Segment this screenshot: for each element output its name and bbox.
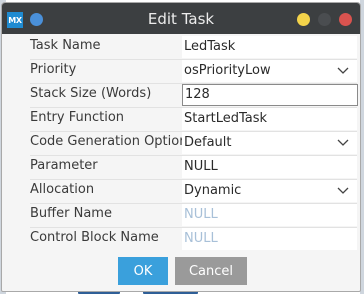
field-label: Allocation — [30, 182, 95, 197]
field-label: Parameter — [30, 158, 98, 173]
form-row-code-generation: Code Generation Option Default — [2, 131, 360, 155]
buffer-name-input[interactable]: NULL — [182, 204, 357, 226]
chevron-down-icon — [337, 67, 349, 74]
field-label: Control Block Name — [30, 230, 159, 245]
parameter-input[interactable]: NULL — [182, 156, 357, 178]
form-row-allocation: Allocation Dynamic — [2, 179, 360, 203]
field-label: Entry Function — [30, 110, 125, 125]
close-icon[interactable] — [339, 13, 352, 26]
field-label: Priority — [30, 62, 77, 77]
field-label: Code Generation Option — [30, 134, 188, 149]
maximize-icon[interactable] — [318, 13, 331, 26]
allocation-select[interactable]: Dynamic — [182, 180, 357, 202]
form-row-control-block-name: Control Block Name NULL — [2, 227, 360, 251]
entry-function-input[interactable]: StartLedTask — [182, 108, 357, 130]
title-bar: MX Edit Task — [2, 3, 360, 34]
chevron-down-icon — [337, 139, 349, 146]
selected-value: osPriorityLow — [184, 63, 271, 78]
form-row-task-name: Task Name LedTask — [2, 35, 360, 59]
minimize-icon[interactable] — [297, 13, 310, 26]
chevron-down-icon — [337, 187, 349, 194]
form-row-entry-function: Entry Function StartLedTask — [2, 107, 360, 131]
stack-size-input[interactable]: 128 — [182, 84, 358, 106]
selected-value: Default — [184, 135, 232, 150]
cancel-button[interactable]: Cancel — [175, 257, 247, 285]
field-label: Stack Size (Words) — [30, 86, 152, 101]
edit-task-dialog: MX Edit Task Task Name LedTask Priority … — [1, 2, 361, 292]
form-row-buffer-name: Buffer Name NULL — [2, 203, 360, 227]
code-generation-select[interactable]: Default — [182, 132, 357, 154]
form-row-priority: Priority osPriorityLow — [2, 59, 360, 83]
field-label: Buffer Name — [30, 206, 112, 221]
form-row-stack-size: Stack Size (Words) 128 — [2, 83, 360, 107]
form-row-parameter: Parameter NULL — [2, 155, 360, 179]
field-label: Task Name — [30, 38, 101, 53]
ok-button[interactable]: OK — [118, 257, 168, 285]
control-block-name-input[interactable]: NULL — [182, 228, 357, 250]
priority-select[interactable]: osPriorityLow — [182, 60, 357, 82]
task-name-input[interactable]: LedTask — [182, 36, 357, 58]
selected-value: Dynamic — [184, 183, 242, 198]
